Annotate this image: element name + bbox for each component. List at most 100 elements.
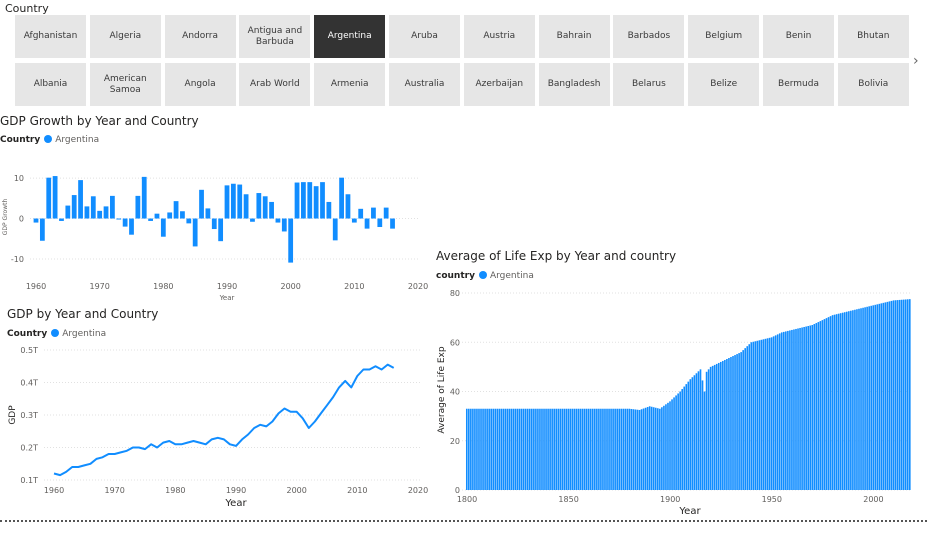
life-exp-bar — [762, 339, 765, 490]
life-exp-bar — [732, 356, 734, 490]
life-exp-bar — [543, 408, 545, 490]
life-exp-bar — [490, 408, 492, 490]
life-exp-bar — [726, 358, 728, 490]
life-exp-bar — [896, 300, 899, 490]
life-exp-bar — [667, 402, 669, 490]
life-exp-bar — [522, 408, 525, 490]
life-exp-bar — [602, 408, 604, 490]
life-exp-bar — [750, 342, 753, 490]
life-exp-bar — [663, 405, 665, 490]
gdp-growth-bar — [256, 193, 262, 219]
life-exp-bar — [862, 307, 864, 490]
life-exp-bar — [823, 319, 826, 490]
gdp-growth-bar — [218, 218, 224, 242]
x-tick-label: 1970 — [89, 282, 109, 291]
gdp-growth-bar — [160, 218, 166, 237]
gdp-series-line — [53, 363, 395, 477]
life-exp-bar — [894, 300, 897, 490]
gdp-growth-bar — [110, 195, 115, 219]
life-exp-bar — [715, 363, 718, 490]
life-exp-bar — [636, 409, 639, 490]
life-exp-bar — [799, 327, 801, 490]
life-exp-bar — [797, 328, 799, 490]
y-tick-label: 0.4T — [20, 379, 38, 388]
life-exp-bar — [598, 408, 600, 490]
life-exp-bar — [724, 359, 726, 490]
life-exp-bar — [848, 311, 850, 490]
life-exp-bar — [528, 408, 531, 490]
life-exp-bar — [825, 318, 828, 490]
y-tick-label: 0 — [19, 215, 24, 224]
y-tick-label: 0 — [455, 486, 460, 495]
life-exp-bar — [604, 408, 606, 490]
life-exp-bar — [833, 314, 836, 490]
life-exp-bar — [691, 377, 694, 490]
life-exp-bar — [791, 329, 793, 490]
x-tick-label: 2020 — [408, 486, 428, 495]
life-exp-bar — [553, 408, 555, 490]
life-exp-bar — [811, 325, 814, 490]
life-exp-bar — [817, 322, 820, 490]
life-exp-bar — [890, 300, 893, 490]
life-exp-bar — [709, 366, 712, 490]
life-exp-bar — [722, 360, 724, 490]
gdp-growth-bar — [326, 201, 332, 219]
life-exp-bar — [748, 344, 751, 490]
life-exp-bar — [486, 408, 488, 490]
x-tick-label: 1900 — [660, 495, 680, 504]
life-exp-bar — [776, 334, 779, 490]
life-exp-bar — [882, 302, 885, 490]
life-exp-bar — [470, 408, 472, 490]
life-exp-bar — [581, 408, 584, 490]
gdp-growth-bar — [97, 210, 103, 219]
life-exp-bar — [707, 369, 710, 490]
life-exp-bar — [567, 408, 570, 490]
life-exp-bar — [531, 408, 533, 490]
life-exp-bar — [819, 321, 822, 490]
gdp-growth-bar — [383, 207, 389, 219]
gdp-growth-bar — [205, 208, 211, 219]
life-exp-bar — [801, 327, 803, 490]
life-exp-bar — [476, 408, 478, 490]
life-exp-bar — [551, 408, 553, 490]
x-tick-label: 1960 — [44, 486, 64, 495]
life-exp-bar — [545, 408, 547, 490]
y-axis-label: GDP Growth — [2, 199, 9, 236]
gdp-growth-bar — [90, 196, 96, 219]
gdp-growth-bar — [129, 218, 134, 235]
life-exp-bar — [754, 341, 757, 490]
gdp-growth-bar — [211, 218, 217, 230]
gdp-growth-bar — [78, 180, 83, 219]
life-exp-bar — [518, 408, 521, 490]
x-tick-label: 1950 — [762, 495, 782, 504]
y-tick-label: -10 — [11, 255, 24, 264]
life-exp-bar — [557, 408, 560, 490]
life-exp-bar — [908, 299, 911, 490]
life-exp-bar — [902, 299, 905, 490]
life-exp-bar — [547, 408, 549, 490]
life-exp-bar — [742, 350, 744, 490]
life-exp-bar — [506, 408, 509, 490]
life-exp-bar — [868, 306, 870, 490]
x-tick-label: 2000 — [863, 495, 883, 504]
life-exp-bar — [858, 308, 860, 490]
life-exp-bar — [717, 362, 720, 490]
life-exp-bar — [661, 407, 663, 490]
x-axis-label: Year — [678, 506, 701, 517]
y-tick-label: 40 — [450, 388, 460, 397]
gdp-growth-bar — [103, 206, 109, 219]
gdp-growth-bar — [275, 218, 281, 223]
life-exp-bar — [533, 408, 535, 490]
life-exp-bar — [628, 408, 631, 490]
life-exp-bar — [774, 335, 777, 490]
gdp-growth-bar — [167, 212, 173, 219]
life-exp-bar — [642, 408, 645, 490]
life-exp-bar — [719, 361, 722, 490]
x-tick-label: 2000 — [280, 282, 300, 291]
life-exp-bar — [494, 408, 497, 490]
life-exp-bar — [465, 408, 468, 490]
gdp-growth-bar — [294, 182, 300, 219]
life-exp-bar — [596, 408, 598, 490]
life-exp-bar — [845, 311, 848, 490]
gdp-growth-bar — [52, 176, 58, 219]
